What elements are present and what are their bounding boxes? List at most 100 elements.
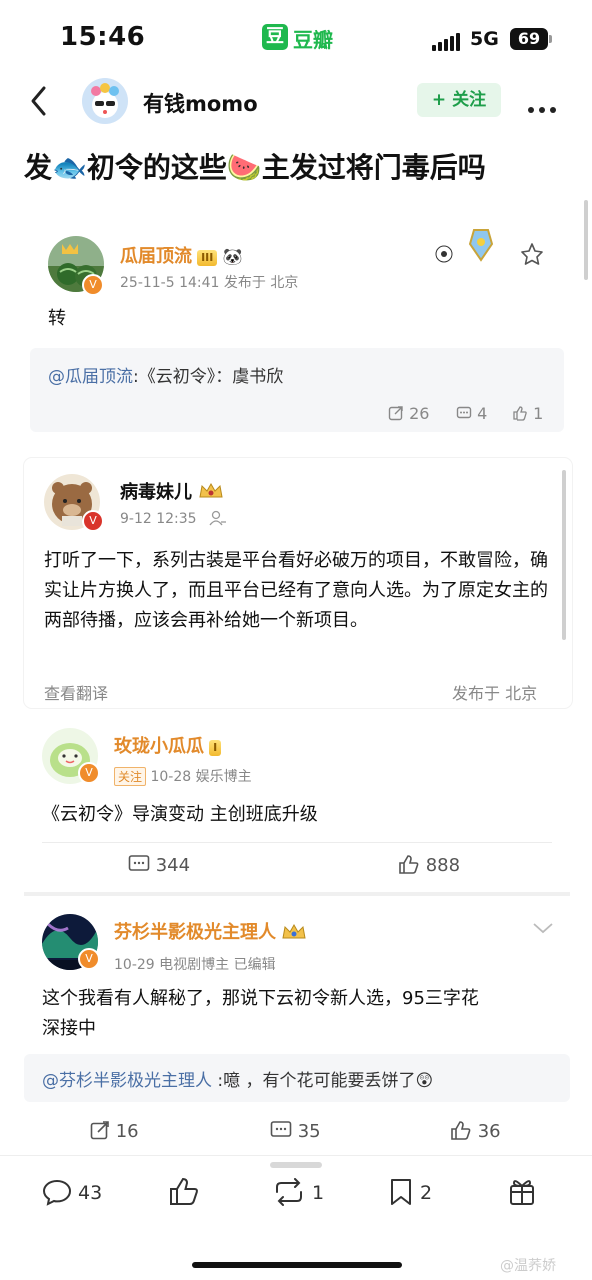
- app-name: 豆瓣: [293, 28, 333, 52]
- commenter-name-row: 病毒妹儿: [120, 478, 224, 506]
- comment-text-line-1: 这个我看有人解秘了，那说下云初令新人选，95三字花: [42, 988, 479, 1009]
- scrollbar[interactable]: [584, 200, 588, 280]
- status-time: 15:46: [60, 22, 146, 52]
- comment-count: 4: [477, 404, 488, 423]
- quote-mention[interactable]: @瓜届顶流: [48, 367, 133, 387]
- comment-card-2: V 病毒妹儿 9-12 12:35 打听了一下，系列古装是平台看好必破万的项目，…: [24, 458, 572, 708]
- verified-v-icon: V: [82, 274, 104, 296]
- level-badge: I: [209, 739, 222, 756]
- comment-button[interactable]: 43: [42, 1178, 102, 1206]
- follow-tag[interactable]: 关注: [114, 767, 147, 786]
- like-stat[interactable]: 1: [512, 404, 543, 423]
- battery-icon: 69: [510, 28, 548, 50]
- like-count: 36: [477, 1121, 501, 1142]
- comment-icon: [128, 855, 150, 871]
- commenter-name-row: 玫珑小瓜瓜 I: [114, 732, 222, 758]
- bookmark-icon: [391, 1179, 411, 1205]
- watermark: @温荞娇: [500, 1258, 556, 1274]
- commenter-name-row: 瓜届顶流 III 🐼: [120, 242, 242, 268]
- like-stat[interactable]: 888: [398, 854, 460, 876]
- comment-total: 43: [78, 1182, 103, 1204]
- comment-icon: [270, 1121, 292, 1137]
- repost-total: 1: [312, 1182, 325, 1204]
- thumbs-up-icon: [399, 855, 419, 874]
- verified-v-icon: V: [78, 762, 100, 784]
- quote-line: @瓜届顶流:《云初令》：虞书欣: [48, 362, 283, 387]
- comment-time: 9-12 12:35: [120, 511, 197, 527]
- quote-box[interactable]: @芬杉半影极光主理人 :噫 ，有个花可能要丢饼了😲: [24, 1054, 570, 1102]
- repost-stat[interactable]: 26: [388, 404, 429, 423]
- comment-meta: 9-12 12:35: [120, 510, 227, 527]
- comment-card-4: V 芬杉半影极光主理人 10-29 电视剧博主 已编辑 这个我看有人解秘了，那说…: [24, 896, 570, 1152]
- comment-text: 《云初令》导演变动 主创班底升级: [42, 804, 318, 825]
- repost-count: 26: [409, 404, 430, 423]
- collect-total: 2: [420, 1182, 433, 1204]
- star-icon[interactable]: [520, 242, 544, 270]
- more-icon[interactable]: [528, 98, 561, 117]
- home-indicator[interactable]: [192, 1262, 402, 1268]
- quote-content: :《云初令》：虞书欣: [133, 367, 284, 387]
- commenter-name[interactable]: 病毒妹儿: [120, 482, 192, 503]
- thumbs-up-icon: [451, 1121, 471, 1140]
- translate-link[interactable]: 查看翻译: [44, 680, 108, 704]
- comment-stat[interactable]: 344: [128, 854, 190, 876]
- thumbs-up-icon: [170, 1177, 198, 1205]
- douban-logo-icon: 豆: [262, 24, 288, 50]
- quote-content: :噫 ，有个花可能要丢饼了😲: [212, 1071, 434, 1091]
- panda-emoji: 🐼: [222, 247, 243, 266]
- repost-button[interactable]: 1: [272, 1178, 324, 1206]
- like-count: 1: [533, 404, 544, 423]
- comment-text-line-2: 深接中: [42, 1018, 96, 1039]
- author-avatar[interactable]: [82, 78, 128, 124]
- gift-button[interactable]: [508, 1176, 536, 1210]
- thumbs-up-icon: [513, 406, 527, 421]
- crown-icon: [198, 481, 224, 506]
- verified-v-icon: V: [82, 510, 104, 532]
- comment-meta: 25-11-5 14:41 发布于 北京: [120, 275, 299, 291]
- like-button[interactable]: [168, 1176, 200, 1210]
- level-badge: III: [197, 249, 218, 266]
- comment-count: 344: [155, 855, 191, 876]
- author-name[interactable]: 有钱momo: [143, 88, 258, 118]
- comment-meta-row: 关注 10-28 娱乐博主: [114, 766, 252, 786]
- gift-icon: [510, 1180, 534, 1205]
- chat-bubble-icon: [42, 1179, 72, 1206]
- divider: [42, 842, 552, 843]
- comment-card-3: V 玫珑小瓜瓜 I 关注 10-28 娱乐博主 《云初令》导演变动 主创班底升级…: [24, 708, 570, 892]
- location-text: 发布于 北京: [452, 684, 538, 703]
- comment-stat[interactable]: 35: [270, 1120, 321, 1142]
- back-arrow-icon[interactable]: [24, 84, 58, 118]
- signal-icon: [432, 32, 462, 51]
- scrollbar[interactable]: [562, 470, 566, 640]
- comment-time: 10-28 娱乐博主: [150, 769, 252, 785]
- commenter-name-row: 芬杉半影极光主理人: [114, 918, 307, 946]
- battery-tip: [549, 35, 552, 43]
- collect-button[interactable]: 2: [388, 1178, 432, 1206]
- comment-stat[interactable]: 4: [456, 404, 487, 423]
- repost-arrows-icon: [276, 1178, 302, 1206]
- post-title: 发🐟初令的这些🍉主发过将门毒后吗: [24, 151, 486, 184]
- bottom-action-bar: 43 1 2: [0, 1155, 592, 1235]
- like-stat[interactable]: 36: [450, 1120, 501, 1142]
- repost-count: 16: [115, 1121, 139, 1142]
- chevron-down-icon[interactable]: [532, 920, 554, 939]
- like-count: 888: [425, 855, 461, 876]
- comment-meta: 10-29 电视剧博主 已编辑: [114, 957, 276, 973]
- quote-box[interactable]: @瓜届顶流:《云初令》：虞书欣 26 4 1: [30, 348, 564, 432]
- commenter-name[interactable]: 瓜届顶流: [120, 246, 192, 267]
- comment-count: 35: [297, 1121, 321, 1142]
- commenter-name[interactable]: 芬杉半影极光主理人: [114, 922, 276, 943]
- comment-card-1: V 瓜届顶流 III 🐼 25-11-5 14:41 发布于 北京 转 @瓜届顶…: [30, 208, 564, 432]
- crown-icon: [281, 922, 307, 946]
- comment-text: 转: [48, 308, 66, 329]
- commenter-name[interactable]: 玫珑小瓜瓜: [114, 736, 204, 757]
- network-type: 5G: [470, 28, 499, 50]
- sports-decoration-icon: [434, 222, 506, 270]
- user-icon: [209, 510, 227, 526]
- repost-icon: [90, 1121, 109, 1140]
- status-bar: 15:46 豆 豆瓣 5G 69: [0, 0, 592, 70]
- quote-mention[interactable]: @芬杉半影极光主理人: [42, 1071, 212, 1091]
- repost-stat[interactable]: 16: [90, 1120, 139, 1142]
- follow-button[interactable]: + 关注: [417, 83, 501, 117]
- comment-text: 打听了一下，系列古装是平台看好必破万的项目，不敢冒险，确实让片方换人了，而且平台…: [44, 550, 548, 631]
